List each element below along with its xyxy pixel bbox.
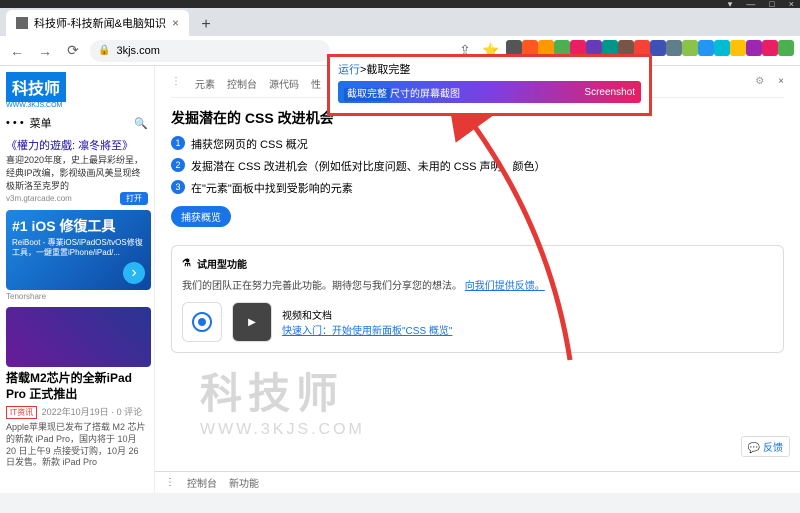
site-logo-sub: WWW.3KJS.COM [6, 102, 148, 109]
highlighted-text: 截取完整 [344, 88, 390, 101]
chrome-icon [182, 302, 222, 342]
article-excerpt: Apple苹果现已发布了搭载 M2 芯片的新款 iPad Pro，国内将于 10… [6, 422, 148, 469]
menu-label[interactable]: 菜单 [30, 115, 52, 131]
step-item: 2 发掘潜在 CSS 改进机会（例如低对比度问题、未用的 CSS 声明、颜色） [171, 158, 784, 174]
search-icon[interactable]: 🔍 [134, 117, 148, 130]
banner-title: #1 iOS 修復工具 [12, 216, 145, 236]
address-bar[interactable]: 🔒 3kjs.com [90, 40, 330, 62]
extension-icon[interactable] [698, 40, 714, 56]
extension-icon[interactable] [682, 40, 698, 56]
ad-title: 《權力的遊戲: 凛冬將至》 [6, 139, 148, 154]
site-sidebar: 科技师 WWW.3KJS.COM • • • 菜单 🔍 《權力的遊戲: 凛冬將至… [0, 66, 155, 493]
extension-icon[interactable] [778, 40, 794, 56]
window-close[interactable]: × [789, 0, 794, 9]
ad-open-button[interactable]: 打开 [120, 192, 148, 205]
banner-sub: ReiBoot - 專業iOS/iPadOS/tvOS修復工具，一鍵重置iPho… [12, 238, 145, 257]
step-item: 1 捕获您网页的 CSS 概况 [171, 136, 784, 152]
window-dropdown[interactable]: ▾ [728, 0, 733, 10]
reload-button[interactable]: ⟳ [62, 40, 84, 62]
os-titlebar: ▾ — □ × [0, 0, 800, 8]
url-text: 3kjs.com [116, 45, 159, 57]
extension-icon[interactable] [762, 40, 778, 56]
devtools-tab[interactable]: 元素 [195, 80, 215, 91]
extension-icon[interactable] [714, 40, 730, 56]
page-viewport: 科技师 WWW.3KJS.COM • • • 菜单 🔍 《權力的遊戲: 凛冬將至… [0, 66, 800, 493]
run-label: 运行 [338, 64, 360, 76]
site-logo[interactable]: 科技师 [6, 72, 66, 102]
article-title[interactable]: 搭载M2芯片的全新iPad Pro 正式推出 [6, 371, 148, 402]
flask-icon: ⚗ [182, 258, 191, 269]
step-text: 捕获您网页的 CSS 概况 [191, 136, 308, 152]
card-title: 试用型功能 [197, 256, 247, 271]
command-text: >截取完整 [360, 64, 410, 76]
banner-source: Tenorshare [6, 292, 148, 301]
extension-icon[interactable] [666, 40, 682, 56]
ad-source: v3m.gtarcade.com [6, 194, 72, 203]
step-number: 1 [171, 136, 185, 150]
quickstart-link[interactable]: 快速入门：开始使用新面板"CSS 概览" [282, 326, 452, 337]
devtools-tab[interactable]: 控制台 [227, 80, 257, 91]
experimental-card: ⚗ 试用型功能 我们的团队正在努力完善此功能。期待您与我们分享您的想法。 向我们提… [171, 245, 784, 353]
devtools-close-icon[interactable]: × [778, 76, 784, 91]
tab-title: 科技师-科技新闻&电脑知识 [34, 15, 166, 31]
command-result-row[interactable]: 截取完整尺寸的屏幕截图 Screenshot [338, 81, 641, 103]
video-thumb-icon: ▶ [232, 302, 272, 342]
lock-icon: 🔒 [98, 45, 110, 56]
arrow-right-icon: › [123, 262, 145, 284]
tab-close-icon[interactable]: × [172, 16, 179, 30]
card-body: 我们的团队正在努力完善此功能。期待您与我们分享您的想法。 [182, 281, 462, 292]
browser-tab[interactable]: 科技师-科技新闻&电脑知识 × [6, 10, 189, 36]
devtools-panel: ⋮ 元素控制台源代码性……………… ⚙ × 发掘潜在的 CSS 改进机会 1捕获… [155, 66, 800, 493]
feedback-link[interactable]: 向我们提供反馈。 [465, 281, 545, 292]
extension-icon[interactable] [746, 40, 762, 56]
feedback-button[interactable]: 💬 反馈 [741, 436, 790, 457]
new-tab-button[interactable]: + [195, 14, 217, 36]
step-number: 3 [171, 180, 185, 194]
step-text: 发掘潜在 CSS 改进机会（例如低对比度问题、未用的 CSS 声明、颜色） [191, 158, 545, 174]
step-number: 2 [171, 158, 185, 172]
article-meta: 2022年10月19日 · 0 评论 [42, 407, 143, 417]
tab-favicon [16, 17, 28, 29]
article-category[interactable]: IT资讯 [6, 406, 37, 419]
step-item: 3 在"元素"面板中找到受影响的元素 [171, 180, 784, 196]
menu-icon[interactable]: • • • [6, 117, 24, 129]
back-button[interactable]: ← [6, 40, 28, 62]
steps-list: 1 捕获您网页的 CSS 概况 2 发掘潜在 CSS 改进机会（例如低对比度问题、未用… [171, 136, 784, 196]
screenshot-badge: Screenshot [584, 87, 635, 98]
text-ad[interactable]: 《權力的遊戲: 凛冬將至》 喜迎2020年度，史上最异彩纷呈，经典IP改编，影视… [6, 139, 148, 206]
drawer-tabs: ⋮控制台新功能 [155, 471, 800, 493]
browser-tabbar: 科技师-科技新闻&电脑知识 × + [0, 8, 800, 36]
drawer-tab[interactable]: 控制台 [187, 479, 217, 490]
forward-button[interactable]: → [34, 40, 56, 62]
media-label: 视频和文档 [282, 307, 452, 322]
capture-overview-button[interactable]: 捕获概览 [171, 206, 231, 227]
devtools-tab[interactable]: 性 [311, 80, 321, 91]
banner-ad[interactable]: #1 iOS 修復工具 ReiBoot - 專業iOS/iPadOS/tvOS修… [6, 210, 151, 290]
window-minimize[interactable]: — [746, 0, 755, 9]
extension-icon[interactable] [730, 40, 746, 56]
window-maximize[interactable]: □ [769, 0, 774, 9]
annotation-callout: 运行>截取完整 截取完整尺寸的屏幕截图 Screenshot [327, 54, 652, 116]
devtools-tab[interactable]: 源代码 [269, 80, 299, 91]
step-text: 在"元素"面板中找到受影响的元素 [191, 180, 353, 196]
extension-icon[interactable] [650, 40, 666, 56]
result-rest: 尺寸的屏幕截图 [390, 89, 460, 100]
drawer-tab[interactable]: 新功能 [229, 479, 259, 490]
ad-desc: 喜迎2020年度，史上最异彩纷呈，经典IP改编，影视级画风美显现终极斯洛至克罗的 [6, 154, 148, 192]
article-image[interactable] [6, 307, 151, 367]
